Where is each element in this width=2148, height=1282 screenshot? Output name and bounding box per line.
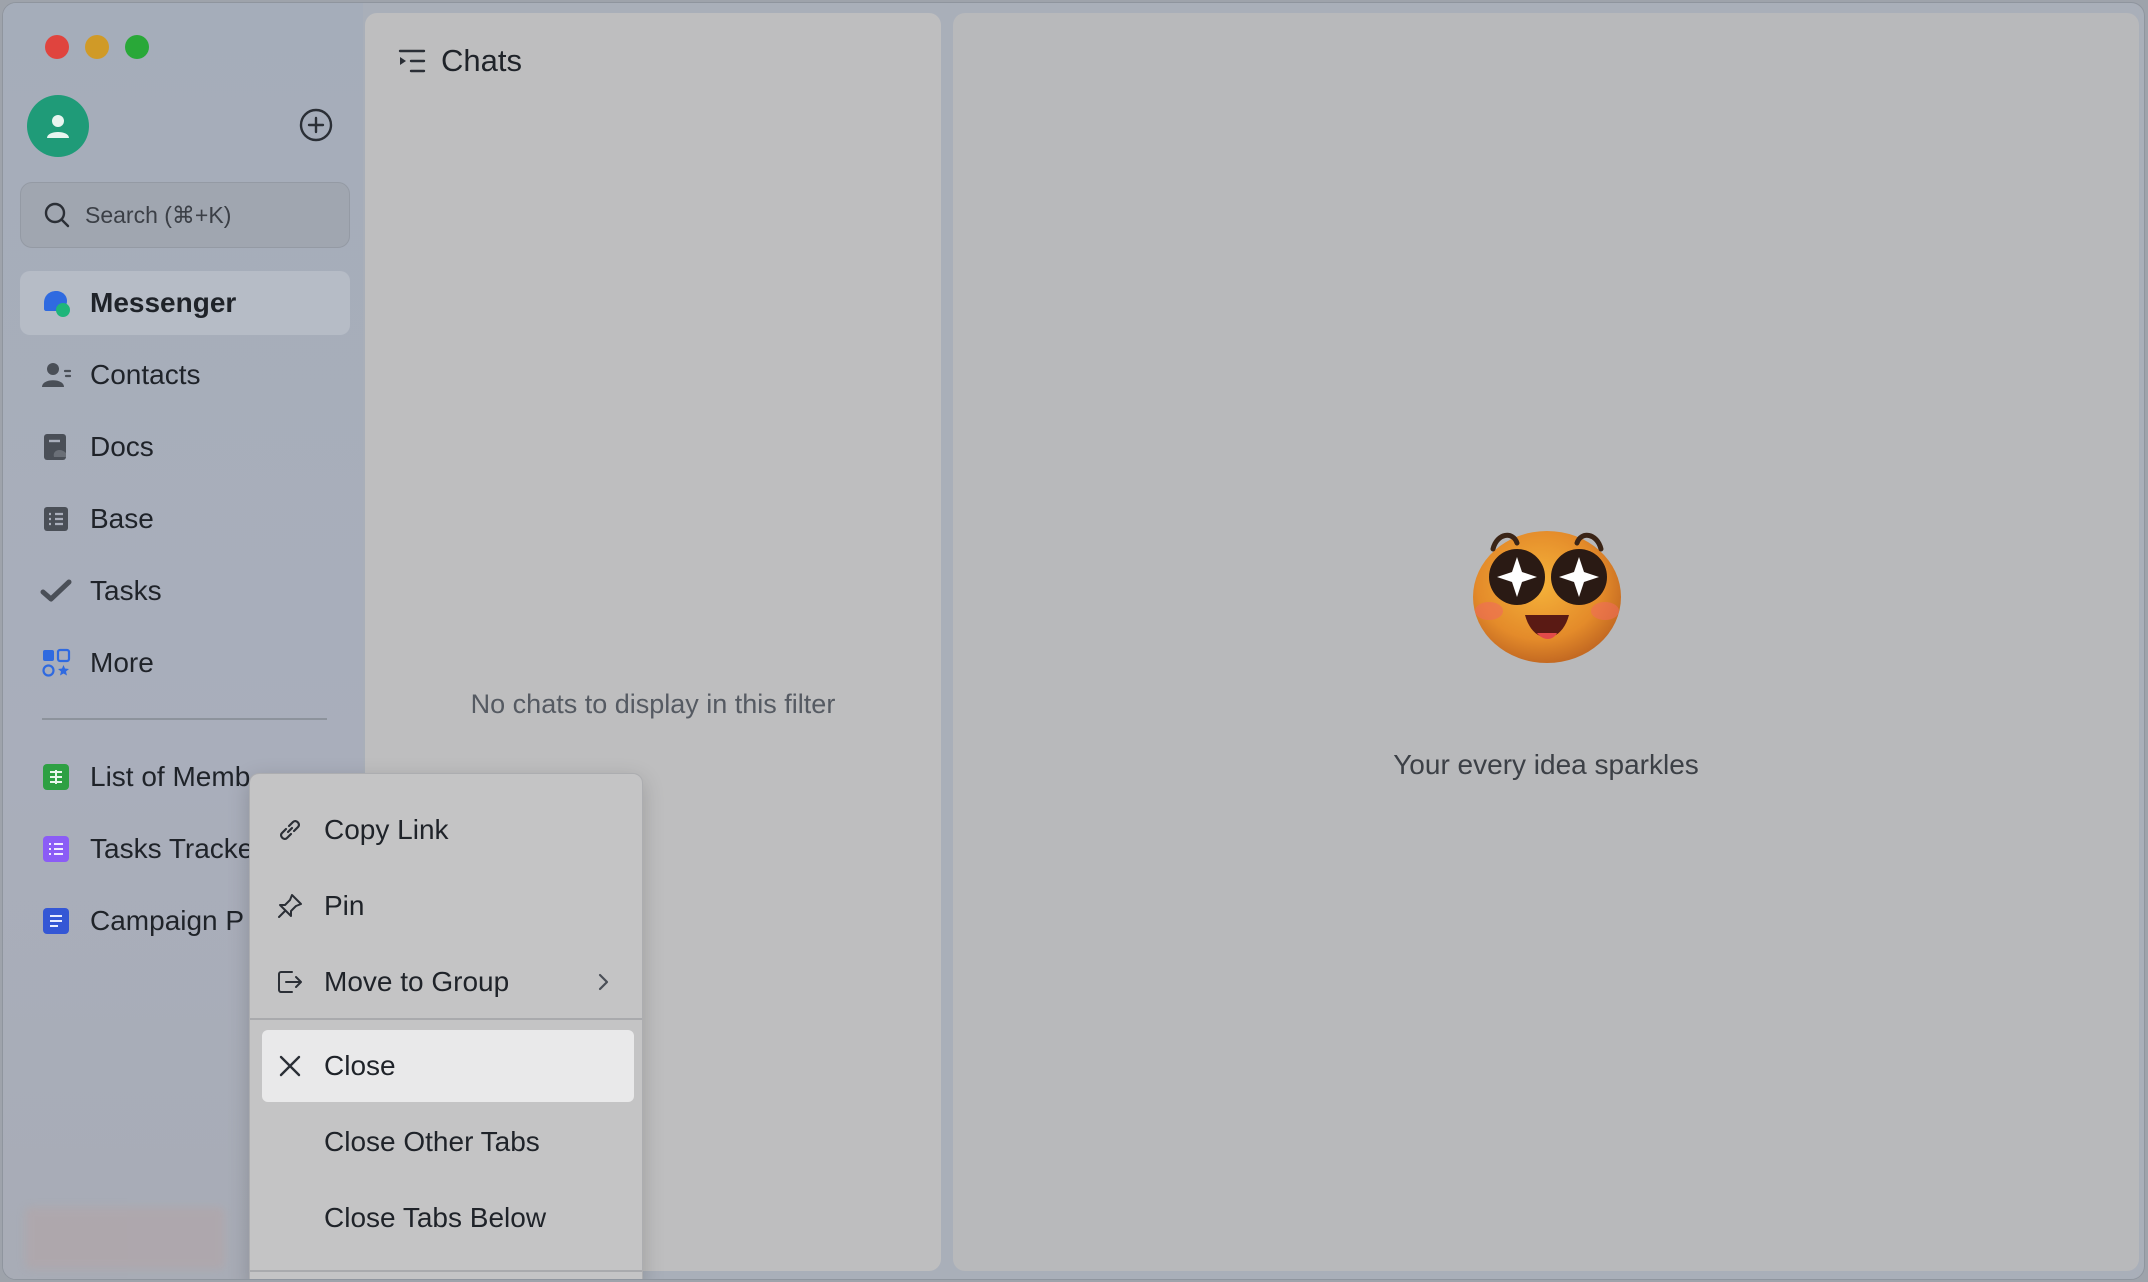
empty-state-text: No chats to display in this filter: [470, 689, 836, 719]
sidebar-divider: [42, 718, 327, 720]
search-placeholder: Search (⌘+K): [85, 201, 232, 228]
docs-icon: [40, 431, 72, 463]
sidebar-item-label: Contacts: [90, 359, 201, 390]
user-icon: [47, 115, 69, 138]
menu-item-label: Close: [324, 1050, 396, 1081]
menu-item-label: Move to Group: [324, 966, 510, 997]
sidebar-item-contacts[interactable]: Contacts: [20, 343, 350, 407]
sidebar-item-label: Messenger: [90, 287, 237, 318]
messenger-icon: [40, 287, 72, 319]
page-title: Chats: [441, 43, 522, 78]
menu-item-label: Pin: [324, 890, 365, 921]
menu-separator: [250, 1018, 642, 1020]
sidebar-item-tasks[interactable]: Tasks: [20, 559, 350, 623]
link-icon: [274, 814, 306, 846]
base-icon: [40, 503, 72, 535]
sidebar-item-label: Tasks: [90, 575, 162, 606]
window-close-button[interactable]: [45, 35, 69, 59]
close-icon: [274, 1050, 306, 1082]
menu-item-pin[interactable]: Pin: [262, 870, 634, 942]
contacts-icon: [40, 359, 72, 391]
sidebar-item-base[interactable]: Base: [20, 487, 350, 551]
context-menu: Copy Link Pin Move to Group Close Close …: [249, 773, 643, 1279]
pinned-tab-label: List of Memb: [90, 761, 251, 792]
avatar[interactable]: [27, 95, 89, 157]
sidebar-item-docs[interactable]: Docs: [20, 415, 350, 479]
sidebar-item-label: More: [90, 647, 154, 678]
sidebar-item-more[interactable]: More: [20, 631, 350, 695]
collapse-sidebar-icon[interactable]: [397, 46, 427, 76]
menu-item-close-tabs-below[interactable]: Close Tabs Below: [262, 1182, 634, 1254]
window-minimize-button[interactable]: [85, 35, 109, 59]
pin-icon: [274, 890, 306, 922]
pinned-tab-label: Campaign P: [90, 905, 245, 936]
move-to-group-icon: [274, 966, 306, 998]
menu-separator: [250, 1270, 642, 1272]
tasks-icon: [40, 575, 72, 607]
menu-item-label: Copy Link: [324, 814, 449, 845]
menu-item-close[interactable]: Close: [262, 1030, 634, 1102]
search-icon: [44, 202, 70, 228]
menu-item-copy-link[interactable]: Copy Link: [262, 794, 634, 866]
list-icon: [40, 833, 72, 865]
menu-item-move-to-group[interactable]: Move to Group: [262, 946, 634, 1018]
empty-state-tagline: Your every idea sparkles: [1393, 749, 1699, 780]
plus-circle-icon: [299, 108, 333, 142]
menu-item-label: Close Tabs Below: [324, 1202, 547, 1233]
menu-item-close-other-tabs[interactable]: Close Other Tabs: [262, 1106, 634, 1178]
sidebar-item-messenger[interactable]: Messenger: [20, 271, 350, 335]
menu-item-label: Close Other Tabs: [324, 1126, 540, 1157]
sidebar-item-label: Base: [90, 503, 154, 534]
more-apps-icon: [40, 647, 72, 679]
sparkle-eyes-emoji-icon: [1473, 531, 1621, 663]
search-input[interactable]: Search (⌘+K): [20, 182, 350, 248]
sheet-icon: [40, 761, 72, 793]
blurred-element: [25, 1207, 225, 1269]
main-panel: Your every idea sparkles: [953, 13, 2139, 1271]
sidebar-item-label: Docs: [90, 431, 154, 462]
app-window: Search (⌘+K) Messenger Contacts Docs Bas…: [2, 2, 2145, 1280]
add-button[interactable]: [296, 105, 336, 145]
doc-icon: [40, 905, 72, 937]
chevron-right-icon: [594, 968, 614, 1001]
pinned-tab-label: Tasks Tracke: [90, 833, 254, 864]
chat-header: Chats: [397, 43, 522, 79]
window-zoom-button[interactable]: [125, 35, 149, 59]
